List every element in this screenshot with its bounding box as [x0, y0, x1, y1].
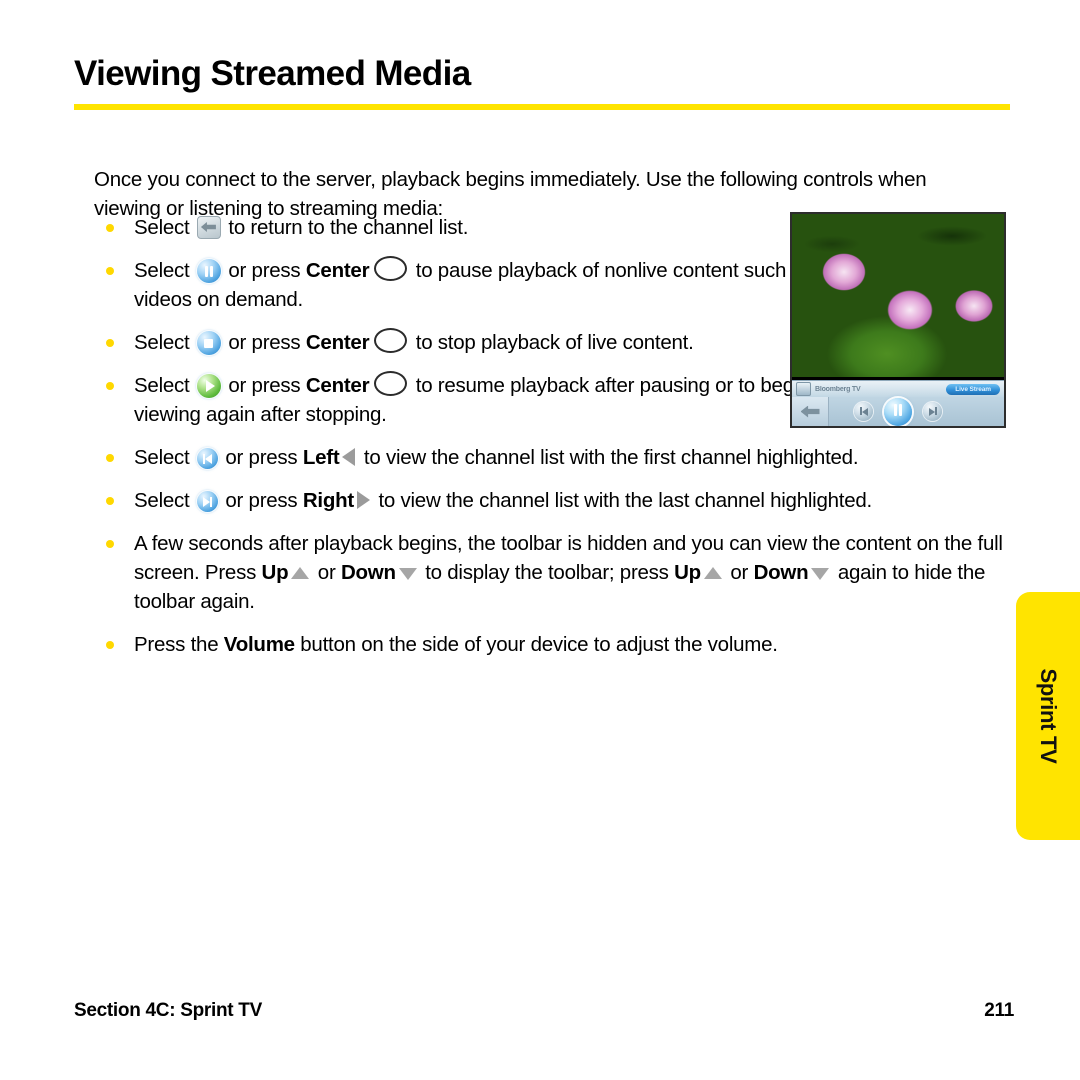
- key-label: Volume: [223, 633, 295, 656]
- triangle-up-icon: [291, 567, 310, 579]
- section-side-tab: Sprint TV: [1016, 592, 1080, 840]
- media-player-toolbar: Bloomberg TV Live Stream: [792, 380, 1004, 426]
- page-header: Viewing Streamed Media: [74, 54, 1010, 110]
- bullet-text-part: to display the toolbar; press: [419, 561, 675, 584]
- section-side-tab-label: Sprint TV: [1036, 668, 1061, 764]
- list-item: Select or press Center to pause playback…: [98, 256, 824, 314]
- list-item: Select or press Center to resume playbac…: [98, 371, 824, 429]
- list-item: Select to return to the channel list.: [98, 213, 824, 242]
- player-info-row: Bloomberg TV Live Stream: [792, 381, 1004, 397]
- footer-section-label: Section 4C: Sprint TV: [74, 1000, 262, 1021]
- bullet-dot: [106, 540, 114, 548]
- bullet-dot: [106, 454, 114, 462]
- center-key-icon: [374, 328, 408, 353]
- page-title: Viewing Streamed Media: [74, 54, 471, 93]
- triangle-down-icon: [398, 568, 417, 580]
- live-stream-badge: Live Stream: [946, 383, 1000, 395]
- key-label: Center: [305, 259, 370, 282]
- bullet-text-part: or press: [222, 374, 306, 397]
- bullet-text-part: Select: [134, 259, 195, 282]
- pause-icon: [196, 259, 221, 283]
- play-icon: [196, 374, 221, 398]
- bullet-text-part: Select: [134, 446, 195, 469]
- bullet-dot: [106, 497, 114, 505]
- bullet-text-part: Select: [134, 374, 195, 397]
- bullet-text-part: or press: [219, 489, 303, 512]
- triangle-right-icon: [357, 491, 370, 509]
- player-pause-button[interactable]: [884, 397, 912, 426]
- bullet-text-part: or press: [222, 331, 306, 354]
- bullet-text-part: or: [312, 561, 341, 584]
- key-label: Up: [261, 561, 289, 584]
- bullet-dot: [106, 224, 114, 232]
- bullet-text-part: to view the channel list with the last c…: [373, 489, 872, 512]
- bullet-text-part: or: [724, 561, 754, 584]
- center-key-icon: [374, 371, 408, 396]
- key-label: Up: [674, 561, 701, 584]
- key-label: Left: [302, 446, 340, 469]
- player-skip-previous-button[interactable]: [854, 402, 873, 421]
- channel-name-label: Bloomberg TV: [815, 385, 861, 393]
- bullet-text-part: or press: [222, 259, 306, 282]
- bullet-text-part: to view the channel list with the first …: [358, 446, 859, 469]
- bullet-text-part: button on the side of your device to adj…: [294, 633, 778, 656]
- skip-previous-icon: [196, 448, 218, 469]
- key-label: Center: [305, 374, 370, 397]
- list-item: A few seconds after playback begins, the…: [98, 529, 1046, 616]
- list-item: Select or press Center to stop playback …: [98, 328, 824, 357]
- triangle-left-icon: [342, 448, 356, 466]
- bullet-dot: [106, 339, 114, 347]
- triangle-up-icon: [703, 567, 722, 579]
- key-label: Center: [305, 331, 370, 354]
- key-label: Down: [753, 561, 809, 584]
- bullet-dot: [106, 382, 114, 390]
- bullet-text-part: to stop playback of live content.: [410, 331, 694, 354]
- player-transport-controls: [792, 397, 1004, 426]
- video-frame-waterlilies: [792, 214, 1004, 377]
- triangle-down-icon: [811, 568, 830, 580]
- bullet-dot: [106, 267, 114, 275]
- list-item: Select or press Left to view the channel…: [98, 443, 1046, 472]
- bullet-text-part: to return to the channel list.: [222, 216, 469, 239]
- bullet-dot: [106, 641, 114, 649]
- key-label: Down: [340, 561, 396, 584]
- bullet-text-part: or press: [219, 446, 303, 469]
- bullet-text-part: Select: [134, 216, 195, 239]
- manual-page: Viewing Streamed Media Once you connect …: [0, 0, 1080, 1080]
- center-key-icon: [374, 256, 408, 281]
- list-item: Select or press Right to view the channe…: [98, 486, 1046, 515]
- skip-next-icon: [196, 491, 218, 512]
- bullet-text-part: Select: [134, 331, 195, 354]
- phone-screenshot-figure: Bloomberg TV Live Stream: [790, 212, 1006, 428]
- list-item: Press the Volume button on the side of y…: [98, 630, 1046, 659]
- player-skip-next-button[interactable]: [923, 402, 942, 421]
- channel-badge-icon: [796, 382, 811, 396]
- title-underline-rule: [74, 103, 1010, 110]
- bullet-text-part: Press the: [134, 633, 224, 656]
- footer-page-number: 211: [984, 1000, 1014, 1021]
- player-controls-row: [792, 397, 1004, 426]
- stop-icon: [196, 331, 221, 355]
- key-label: Right: [302, 489, 354, 512]
- back-arrow-icon: [196, 216, 221, 239]
- page-footer: Section 4C: Sprint TV 211: [74, 1000, 1014, 1022]
- bullet-text-part: Select: [134, 489, 195, 512]
